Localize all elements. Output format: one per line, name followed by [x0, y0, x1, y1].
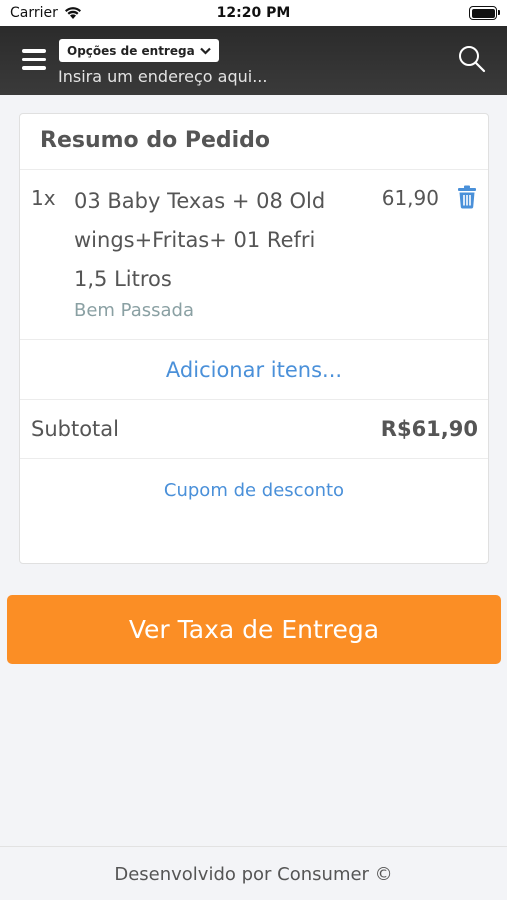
app-header: Opções de entrega: [0, 26, 507, 95]
add-items-link[interactable]: Adicionar itens...: [20, 340, 488, 400]
status-bar: Carrier 12:20 PM: [0, 0, 507, 26]
trash-icon[interactable]: [456, 185, 478, 209]
address-input[interactable]: [58, 65, 418, 87]
item-price: 61,90: [381, 186, 439, 210]
chevron-down-icon: [199, 47, 211, 55]
item-quantity: 1x: [31, 186, 56, 210]
hamburger-menu-icon[interactable]: [22, 49, 46, 71]
footer-text: Desenvolvido por Consumer ©: [114, 864, 393, 885]
order-summary-card: Resumo do Pedido 1x 03 Baby Texas + 08 O…: [19, 113, 489, 564]
subtotal-value: R$61,90: [380, 417, 478, 441]
item-name: 03 Baby Texas + 08 Old wings+Fritas+ 01 …: [74, 189, 326, 291]
delivery-options-label: Opções de entrega: [67, 43, 195, 58]
battery-icon: [469, 6, 500, 20]
search-icon[interactable]: [457, 44, 487, 74]
delivery-options-dropdown[interactable]: Opções de entrega: [59, 39, 219, 62]
coupon-link[interactable]: Cupom de desconto: [20, 459, 488, 521]
order-summary-title: Resumo do Pedido: [20, 114, 488, 170]
clock: 12:20 PM: [216, 5, 291, 21]
subtotal-row: Subtotal R$61,90: [20, 400, 488, 459]
footer: Desenvolvido por Consumer ©: [0, 846, 507, 900]
delivery-fee-button[interactable]: Ver Taxa de Entrega: [7, 595, 501, 664]
order-item: 1x 03 Baby Texas + 08 Old wings+Fritas+ …: [20, 170, 488, 340]
item-note: Bem Passada: [74, 300, 194, 321]
subtotal-label: Subtotal: [31, 417, 119, 441]
